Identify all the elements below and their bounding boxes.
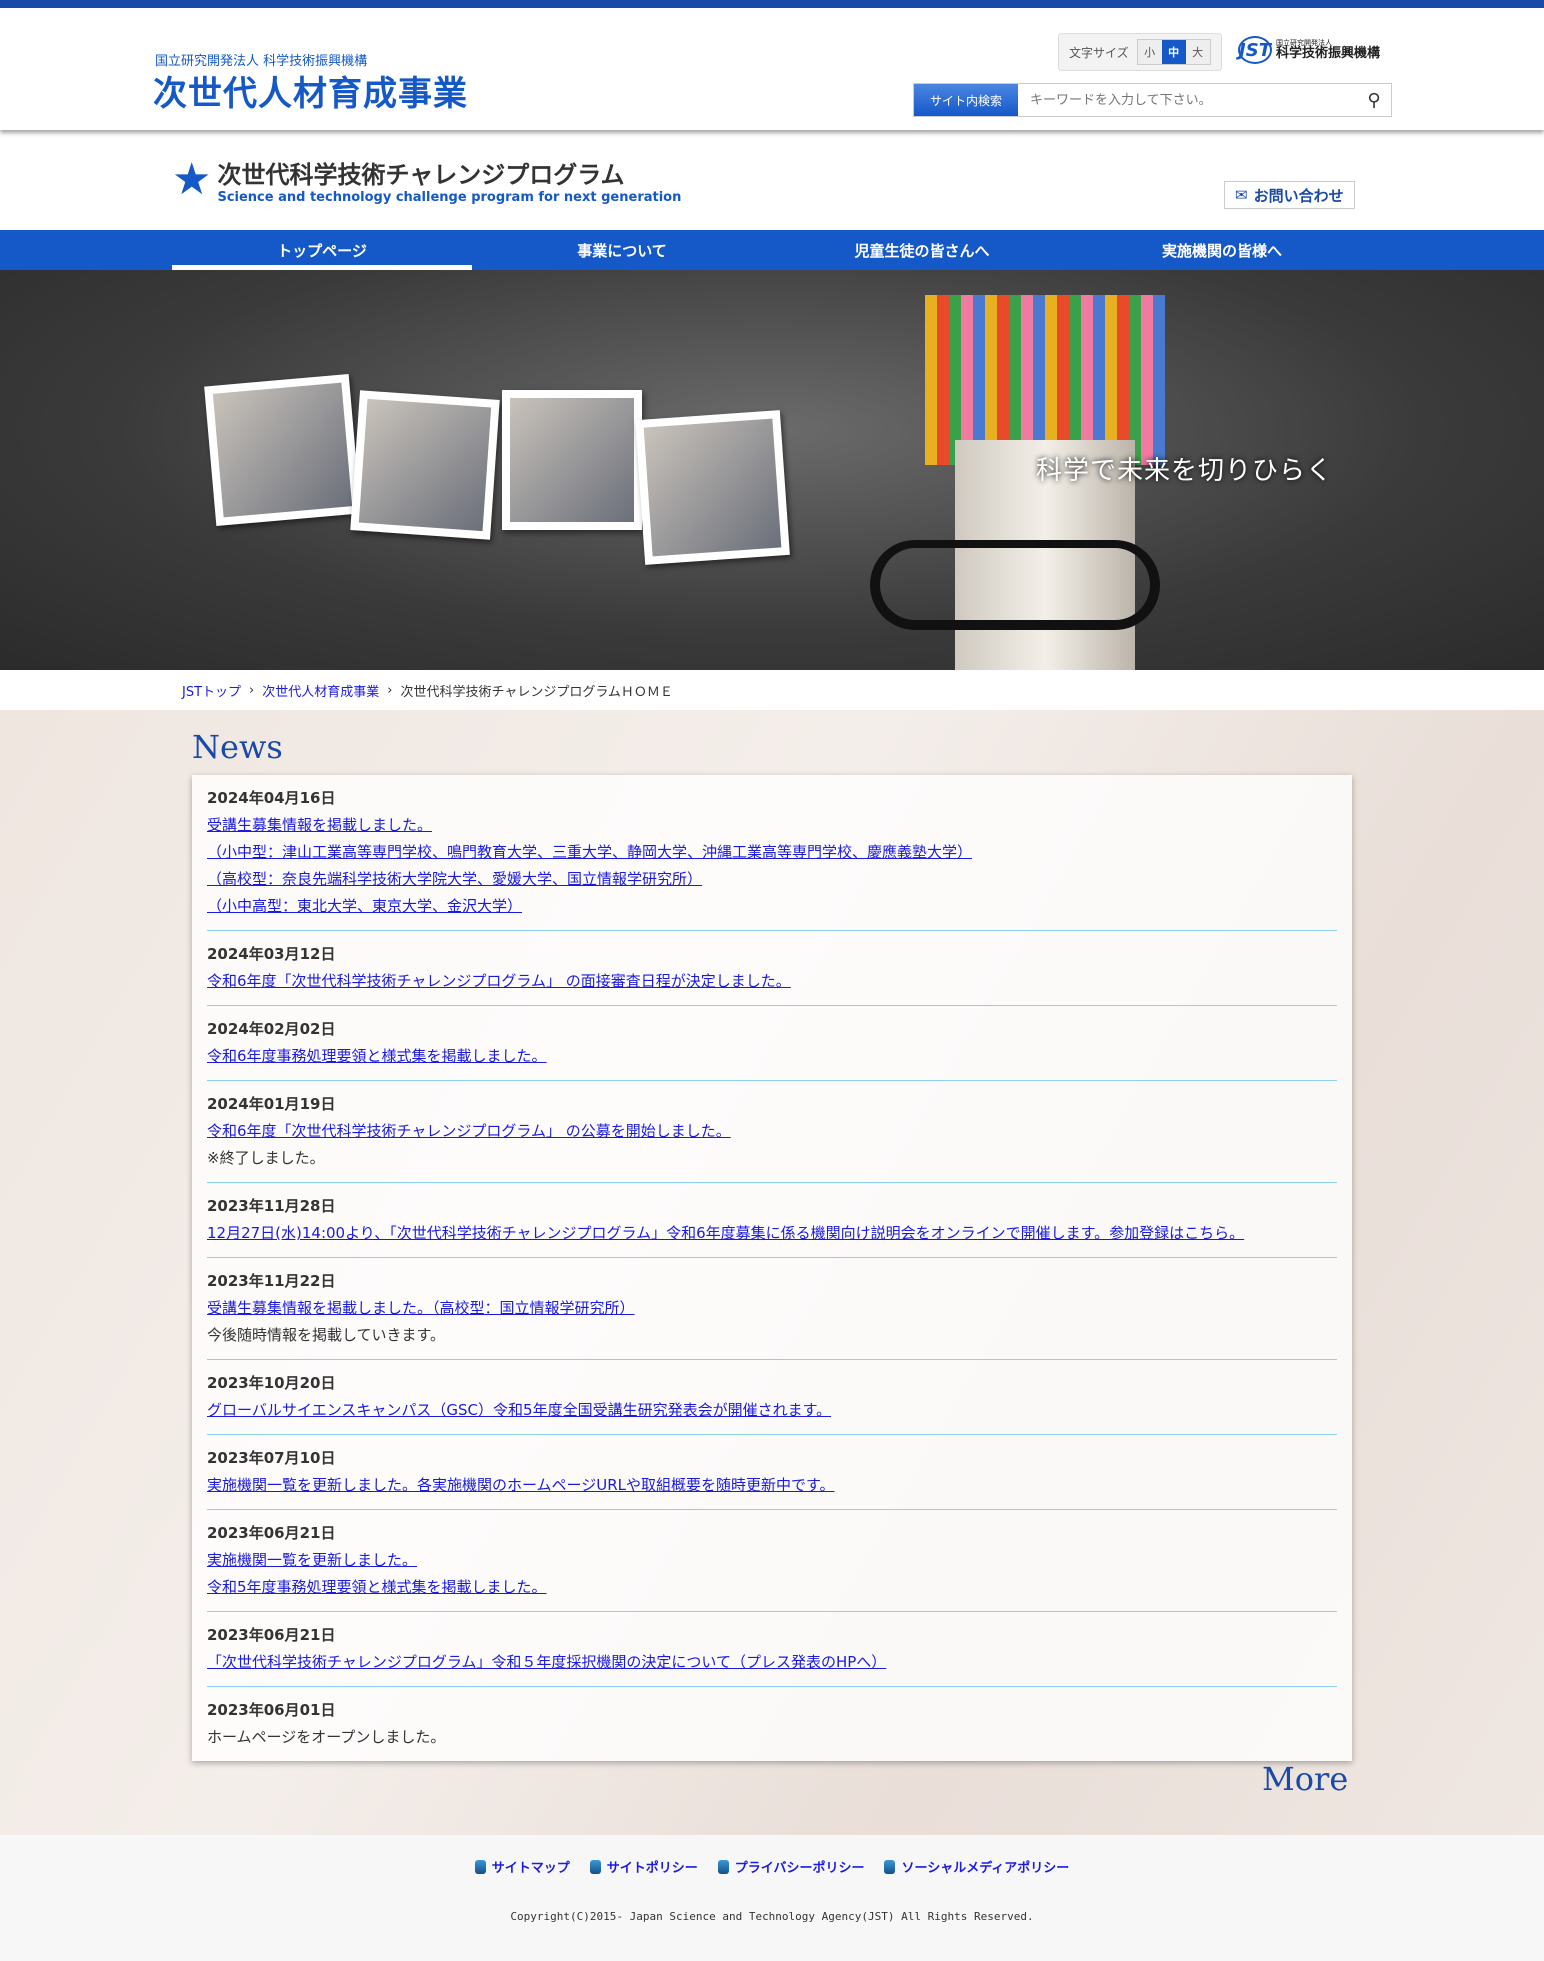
news-date: 2023年07月10日 bbox=[207, 1449, 336, 1467]
chevron-right-icon: › bbox=[387, 682, 393, 698]
font-size-medium-button[interactable]: 中 bbox=[1161, 40, 1186, 64]
news-link[interactable]: 受講生募集情報を掲載しました。 bbox=[207, 812, 1337, 839]
footer-link-sitemap[interactable]: サイトマップ bbox=[474, 1857, 570, 1876]
breadcrumb-current: 次世代科学技術チャレンジプログラムＨＯＭＥ bbox=[400, 684, 673, 700]
font-size-small-button[interactable]: 小 bbox=[1137, 40, 1162, 64]
top-bar bbox=[0, 0, 1544, 8]
photo-students-1 bbox=[204, 373, 361, 527]
news-text: ※終了しました。 bbox=[207, 1149, 325, 1167]
news-item: 2023年06月21日「次世代科学技術チャレンジプログラム」令和５年度採択機関の… bbox=[207, 1612, 1337, 1687]
jst-logo[interactable]: JST 国立研究開発法人 科学技術振興機構 bbox=[1238, 36, 1380, 64]
footer-link-label: プライバシーポリシー bbox=[734, 1861, 865, 1876]
news-link[interactable]: 令和6年度「次世代科学技術チャレンジプログラム」 の公募を開始しました。 bbox=[207, 1118, 1337, 1145]
nav-institutions[interactable]: 実施機関の皆様へ bbox=[1072, 230, 1372, 270]
news-item: 2023年06月01日ホームページをオープンしました。 bbox=[207, 1687, 1337, 1761]
photo-students-3 bbox=[502, 390, 642, 530]
bullet-icon bbox=[717, 1859, 729, 1874]
jst-mark-icon: JST bbox=[1238, 36, 1272, 64]
news-list: 2024年04月16日受講生募集情報を掲載しました。 （小中型：津山工業高等専門学… bbox=[192, 775, 1352, 1761]
photo-students-2 bbox=[350, 390, 500, 540]
news-link[interactable]: 令和6年度「次世代科学技術チャレンジプログラム」 の面接審査日程が決定しました。 bbox=[207, 968, 1337, 995]
contact-label: お問い合わせ bbox=[1253, 186, 1344, 205]
news-date: 2023年06月21日 bbox=[207, 1524, 336, 1542]
news-text: ホームページをオープンしました。 bbox=[207, 1728, 446, 1746]
jst-name: 科学技術振興機構 bbox=[1276, 46, 1381, 61]
breadcrumb-jst-top[interactable]: JSTトップ bbox=[182, 681, 241, 700]
news-item: 2023年10月20日グローバルサイエンスキャンパス（GSC）令和5年度全国受講… bbox=[207, 1360, 1337, 1435]
program-title-jp: 次世代科学技術チャレンジプログラム bbox=[217, 161, 625, 189]
nav-about[interactable]: 事業について bbox=[472, 230, 772, 270]
glasses-image bbox=[870, 540, 1160, 630]
main-nav: トップページ 事業について 児童生徒の皆さんへ 実施機関の皆様へ bbox=[0, 230, 1544, 270]
news-link[interactable]: （小中型：津山工業高等専門学校、鳴門教育大学、三重大学、静岡大学、沖縄工業高等専… bbox=[207, 839, 1337, 866]
font-size-label: 文字サイズ bbox=[1069, 45, 1129, 60]
news-text: 今後随時情報を掲載していきます。 bbox=[207, 1326, 446, 1344]
news-item: 2024年04月16日受講生募集情報を掲載しました。 （小中型：津山工業高等専門学… bbox=[207, 775, 1337, 931]
news-item: 2024年03月12日令和6年度「次世代科学技術チャレンジプログラム」 の面接審… bbox=[207, 931, 1337, 1006]
news-date: 2023年06月01日 bbox=[207, 1701, 336, 1719]
program-title-en: Science and technology challenge program… bbox=[217, 190, 682, 205]
news-link[interactable]: 受講生募集情報を掲載しました。（高校型：国立情報学研究所） bbox=[207, 1295, 1337, 1322]
news-item: 2023年07月10日実施機関一覧を更新しました。各実施機関のホームページURL… bbox=[207, 1435, 1337, 1510]
site-title[interactable]: 次世代人材育成事業 bbox=[153, 66, 468, 115]
copyright: Copyright(C)2015- Japan Science and Tech… bbox=[510, 1910, 1034, 1923]
site-header: 国立研究開発法人 科学技術振興機構 次世代人材育成事業 文字サイズ 小 中 大 … bbox=[0, 8, 1544, 130]
search-label: サイト内検索 bbox=[914, 84, 1018, 116]
footer-link-site-policy[interactable]: サイトポリシー bbox=[589, 1857, 698, 1876]
news-date: 2024年03月12日 bbox=[207, 945, 336, 963]
footer-link-label: サイトマップ bbox=[491, 1861, 570, 1876]
footer-link-label: ソーシャルメディアポリシー bbox=[901, 1861, 1070, 1876]
news-item: 2023年11月28日 12月27日(水)14:00より、「次世代科学技術チャレン… bbox=[207, 1183, 1337, 1258]
nav-top[interactable]: トップページ bbox=[172, 230, 472, 270]
news-date: 2024年02月02日 bbox=[207, 1020, 336, 1038]
news-link[interactable]: 実施機関一覧を更新しました。 bbox=[207, 1547, 1337, 1574]
font-size-control: 文字サイズ 小 中 大 bbox=[1058, 33, 1222, 71]
hero-banner: 科学で未来を切りひらく bbox=[0, 270, 1544, 670]
bullet-icon bbox=[884, 1859, 896, 1874]
chevron-right-icon: › bbox=[249, 682, 255, 698]
news-link[interactable]: 令和6年度事務処理要領と様式集を掲載しました。 bbox=[207, 1043, 1337, 1070]
contact-button[interactable]: ✉ お問い合わせ bbox=[1224, 181, 1355, 209]
footer-link-social[interactable]: ソーシャルメディアポリシー bbox=[884, 1857, 1069, 1876]
news-date: 2023年11月22日 bbox=[207, 1272, 336, 1290]
photo-students-4 bbox=[635, 410, 790, 565]
news-heading: News bbox=[192, 728, 283, 766]
news-date: 2023年11月28日 bbox=[207, 1197, 336, 1215]
more-link[interactable]: More bbox=[1262, 1760, 1348, 1798]
site-search: サイト内検索 ⚲ bbox=[913, 83, 1392, 117]
program-brand: ★ 次世代科学技術チャレンジプログラム Science and technolo… bbox=[0, 130, 1544, 230]
mail-icon: ✉ bbox=[1235, 186, 1248, 204]
news-date: 2024年01月19日 bbox=[207, 1095, 336, 1113]
star-logo-icon: ★ bbox=[172, 154, 212, 205]
news-link[interactable]: （小中高型：東北大学、東京大学、金沢大学） bbox=[207, 893, 1337, 920]
news-link[interactable]: （高校型：奈良先端科学技術大学院大学、愛媛大学、国立情報学研究所） bbox=[207, 866, 1337, 893]
program-logo[interactable]: ★ 次世代科学技術チャレンジプログラム Science and technolo… bbox=[172, 154, 682, 206]
news-item: 2024年02月02日令和6年度事務処理要領と様式集を掲載しました。 bbox=[207, 1006, 1337, 1081]
news-link[interactable]: 実施機関一覧を更新しました。各実施機関のホームページURLや取組概要を随時更新中… bbox=[207, 1472, 1337, 1499]
news-link[interactable]: 12月27日(水)14:00より、「次世代科学技術チャレンジプログラム」令和6年… bbox=[207, 1220, 1337, 1247]
news-item: 2023年06月21日実施機関一覧を更新しました。 令和5年度事務処理要領と様式集… bbox=[207, 1510, 1337, 1612]
news-date: 2023年06月21日 bbox=[207, 1626, 336, 1644]
news-link[interactable]: 「次世代科学技術チャレンジプログラム」令和５年度採択機関の決定について（プレス発… bbox=[207, 1649, 1337, 1676]
news-date: 2024年04月16日 bbox=[207, 789, 336, 807]
breadcrumb: JSTトップ › 次世代人材育成事業 › 次世代科学技術チャレンジプログラムＨＯＭＥ bbox=[0, 670, 1544, 710]
news-link[interactable]: 令和5年度事務処理要領と様式集を掲載しました。 bbox=[207, 1574, 1337, 1601]
hero-copy: 科学で未来を切りひらく bbox=[1036, 456, 1334, 486]
bullet-icon bbox=[474, 1859, 486, 1874]
footer-link-privacy[interactable]: プライバシーポリシー bbox=[717, 1857, 865, 1876]
search-icon[interactable]: ⚲ bbox=[1357, 84, 1391, 116]
bullet-icon bbox=[589, 1859, 601, 1874]
breadcrumb-program[interactable]: 次世代人材育成事業 bbox=[262, 681, 379, 700]
footer-link-label: サイトポリシー bbox=[606, 1861, 698, 1876]
news-link[interactable]: グローバルサイエンスキャンパス（GSC）令和5年度全国受講生研究発表会が開催され… bbox=[207, 1397, 1337, 1424]
font-size-large-button[interactable]: 大 bbox=[1185, 40, 1210, 64]
news-date: 2023年10月20日 bbox=[207, 1374, 336, 1392]
search-input[interactable] bbox=[1018, 84, 1357, 116]
main-content: News 2024年04月16日受講生募集情報を掲載しました。 （小中型：津山工業… bbox=[0, 710, 1544, 1835]
footer: サイトマップ サイトポリシー プライバシーポリシー ソーシャルメディアポリシー … bbox=[0, 1835, 1544, 1961]
news-item: 2023年11月22日受講生募集情報を掲載しました。（高校型：国立情報学研究所）… bbox=[207, 1258, 1337, 1360]
nav-students[interactable]: 児童生徒の皆さんへ bbox=[772, 230, 1072, 270]
news-item: 2024年01月19日令和6年度「次世代科学技術チャレンジプログラム」 の公募を… bbox=[207, 1081, 1337, 1183]
